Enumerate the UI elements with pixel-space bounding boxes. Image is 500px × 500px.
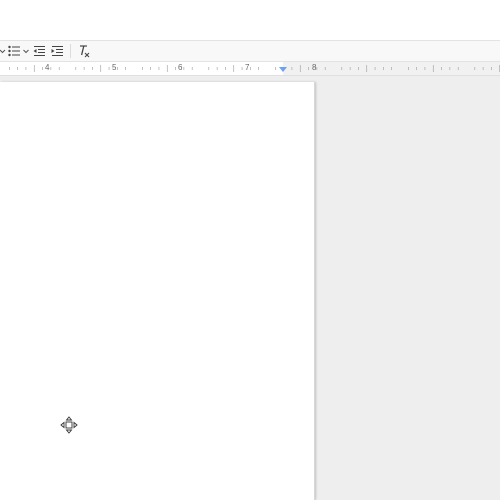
bulleted-list-button[interactable]	[7, 43, 21, 59]
ruler-label-7: 7	[245, 63, 250, 72]
chevron-down-icon	[0, 49, 6, 54]
decrease-indent-icon	[33, 46, 45, 56]
ruler-ticks	[9, 65, 500, 72]
ruler-label-6: 6	[178, 63, 183, 72]
right-indent-marker[interactable]	[279, 67, 287, 72]
numbered-list-options-button[interactable]	[0, 43, 6, 59]
ruler-label-4: 4	[45, 63, 50, 72]
docs-editor: 4 5 6 7 8	[0, 0, 500, 500]
move-handle-icon[interactable]	[60, 416, 78, 434]
document-canvas[interactable]	[0, 76, 500, 500]
clear-formatting-icon	[80, 45, 90, 58]
document-page[interactable]	[0, 82, 315, 500]
ruler-label-5: 5	[112, 63, 117, 72]
horizontal-ruler[interactable]: 4 5 6 7 8	[0, 62, 500, 76]
formatting-toolbar	[0, 40, 500, 62]
ruler-label-8: 8	[312, 63, 317, 72]
toolbar-separator	[70, 44, 71, 58]
bulleted-list-icon	[8, 45, 20, 57]
clear-formatting-button[interactable]	[76, 43, 92, 59]
increase-indent-icon	[51, 46, 63, 56]
chevron-down-icon	[23, 49, 29, 54]
bulleted-list-options-button[interactable]	[22, 43, 30, 59]
decrease-indent-button[interactable]	[32, 43, 47, 59]
increase-indent-button[interactable]	[50, 43, 65, 59]
header-area	[0, 0, 500, 40]
